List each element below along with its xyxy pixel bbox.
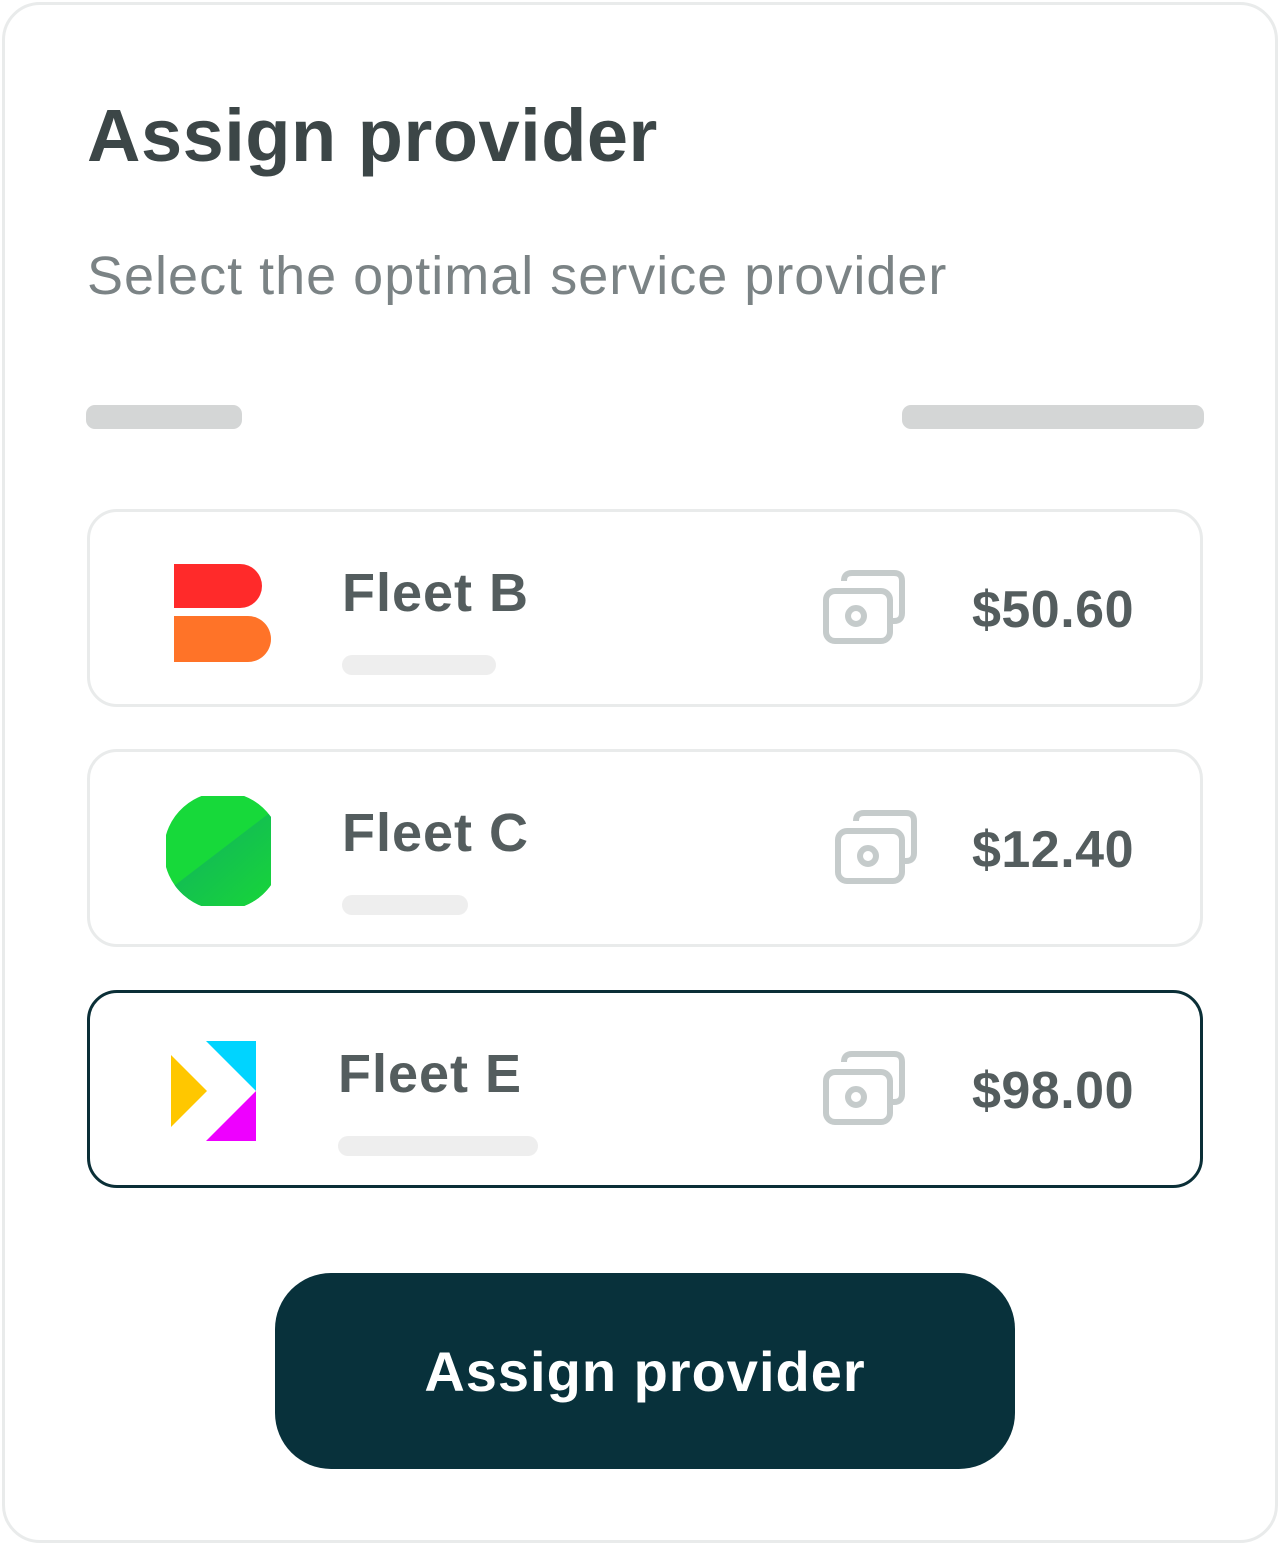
fleet-e-logo [166,1037,276,1147]
assign-provider-card: Assign provider Select the optimal servi… [2,2,1278,1543]
fleet-c-logo [166,796,276,906]
provider-price: $50.60 [971,581,1134,639]
skeleton-placeholder-right [902,405,1204,429]
provider-option-fleet-e[interactable]: Fleet E $98.00 [87,990,1203,1188]
skeleton-placeholder-left [86,405,242,429]
provider-detail-skeleton [342,895,468,915]
page-subtitle: Select the optimal service provider [87,246,948,306]
provider-option-fleet-c[interactable]: Fleet C $12.40 [87,749,1203,947]
page-title: Assign provider [87,94,658,177]
wallet-icon [822,569,910,649]
provider-name: Fleet B [342,563,530,623]
provider-price: $12.40 [971,821,1134,879]
assign-provider-button[interactable]: Assign provider [275,1273,1015,1469]
fleet-b-logo [166,556,276,666]
provider-price: $98.00 [971,1062,1134,1120]
provider-option-fleet-b[interactable]: Fleet B $50.60 [87,509,1203,707]
provider-detail-skeleton [338,1136,538,1156]
wallet-icon [822,1050,910,1130]
provider-name: Fleet C [342,803,530,863]
wallet-icon [834,809,922,889]
provider-detail-skeleton [342,655,496,675]
provider-name: Fleet E [338,1044,523,1104]
